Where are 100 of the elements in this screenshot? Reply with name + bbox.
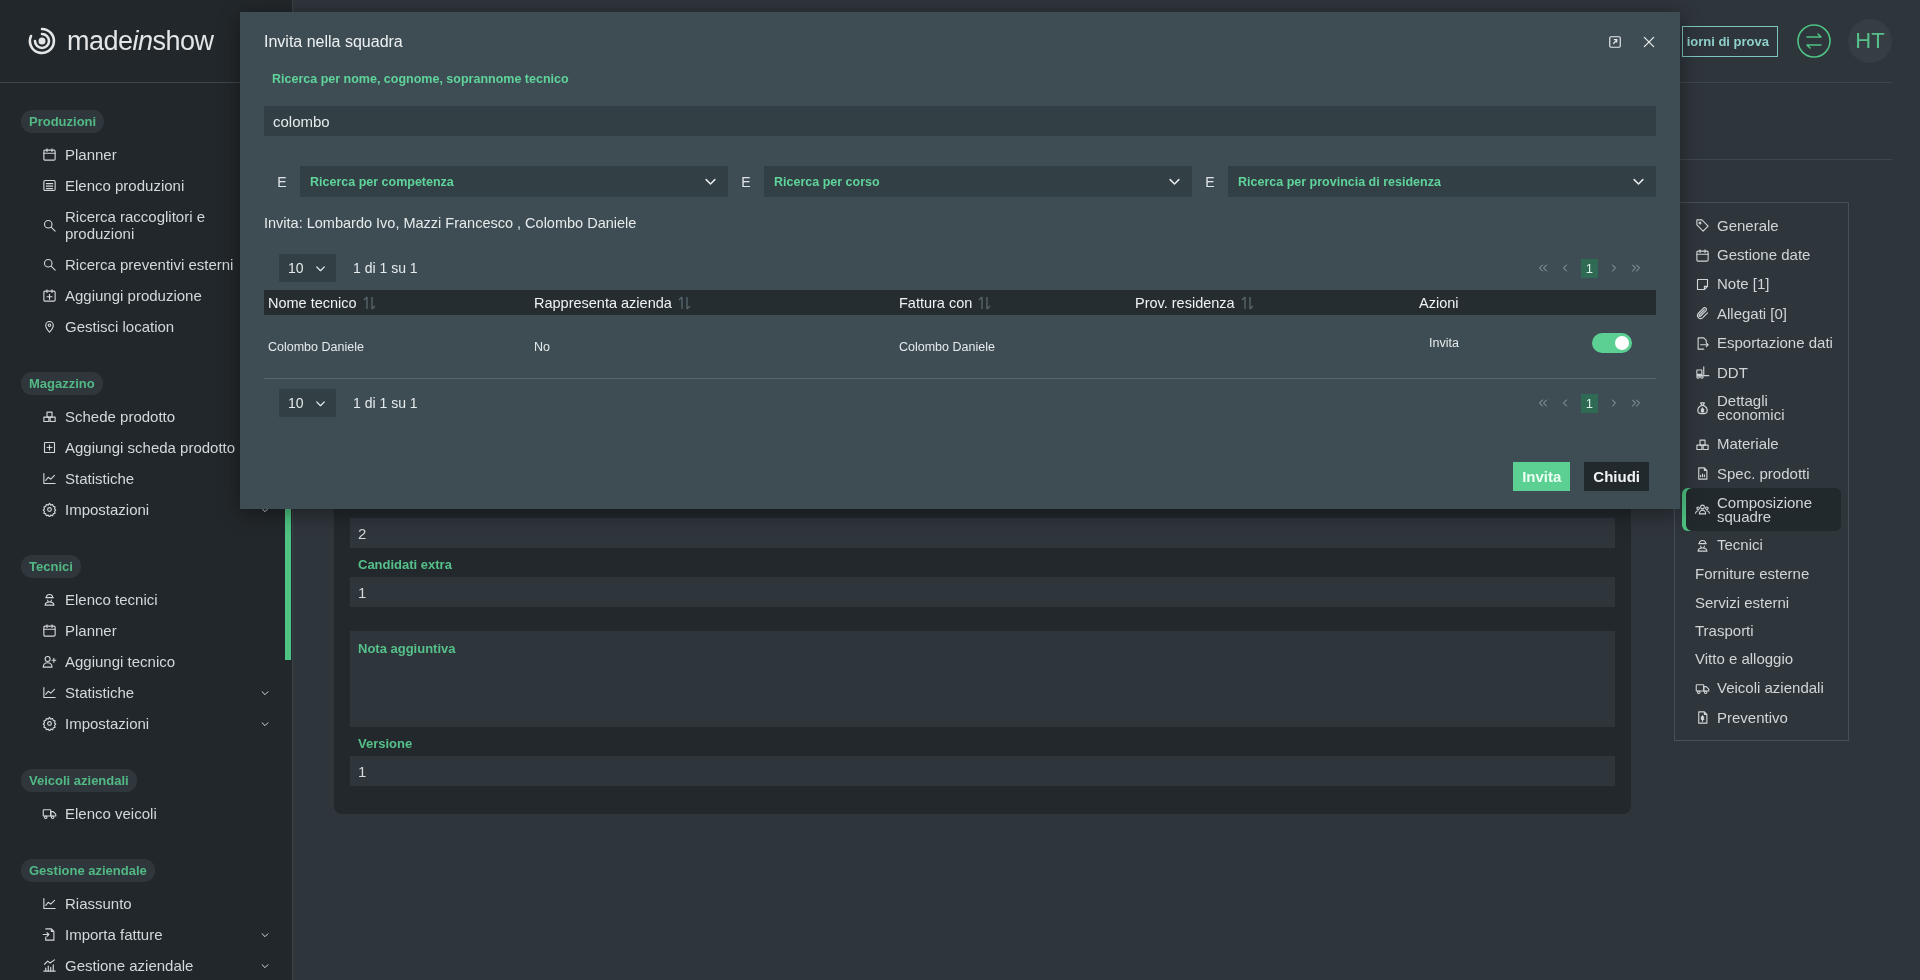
money-bag-icon (1695, 400, 1710, 416)
sidebar-item[interactable]: Impostazioni (21, 494, 270, 525)
nav-item[interactable]: Forniture esterne (1682, 560, 1841, 589)
user-avatar[interactable]: HT (1848, 19, 1892, 63)
last-page-icon[interactable] (1630, 397, 1642, 409)
input-field[interactable]: 2 (350, 518, 1615, 548)
first-page-icon[interactable] (1536, 262, 1549, 274)
sidebar-item[interactable]: Aggiungi produzione (21, 280, 270, 311)
sidebar-item[interactable]: Statistiche (21, 677, 270, 708)
nav-item[interactable]: Materiale (1682, 429, 1841, 459)
note-icon (1695, 276, 1710, 292)
dialog-title: Invita nella squadra (264, 33, 404, 51)
nav-item[interactable]: Composizione squadre (1682, 488, 1841, 531)
sort-icon[interactable] (677, 295, 691, 310)
conjunction-label: E (1204, 172, 1216, 192)
page-size-select[interactable]: 10 (279, 389, 336, 417)
settings-icon (42, 716, 57, 731)
list-icon (42, 178, 57, 193)
line-chart-icon (42, 896, 57, 911)
sort-icon[interactable] (1240, 295, 1254, 310)
section-label: Veicoli aziendali (21, 769, 137, 792)
close-icon[interactable] (1642, 35, 1656, 49)
page-range: 1 di 1 su 1 (353, 260, 419, 276)
action-label: Invita (1429, 335, 1460, 350)
nav-item[interactable]: Trasporti (1682, 616, 1841, 646)
table-cell-text: No (533, 339, 551, 354)
page-range: 1 di 1 su 1 (353, 395, 419, 411)
first-page-icon[interactable] (1536, 397, 1549, 409)
nav-item[interactable]: Note [1] (1682, 269, 1841, 300)
nav-item[interactable]: Allegati [0] (1682, 299, 1841, 329)
location-pin-icon (42, 319, 57, 334)
nav-item[interactable]: Vitto e alloggio (1682, 645, 1841, 674)
nav-item[interactable]: Dettagli economici (1682, 387, 1841, 430)
table-cell-text: Colombo Daniele (898, 339, 996, 354)
sort-icon[interactable] (978, 295, 992, 310)
sidebar-item[interactable]: Schede prodotto (21, 401, 270, 432)
sidebar-item[interactable]: Elenco tecnici (21, 584, 270, 615)
swap-icon[interactable] (1797, 24, 1831, 58)
nav-item[interactable]: Generale (1682, 211, 1841, 241)
trial-button[interactable]: iorni di prova (1681, 25, 1778, 57)
input-field[interactable]: 1 (350, 577, 1615, 607)
sidebar-item[interactable]: Impostazioni (21, 708, 270, 739)
logo-icon (27, 26, 57, 56)
page-button[interactable]: 1 (1580, 258, 1598, 278)
sidebar-item[interactable]: Elenco veicoli (21, 798, 270, 829)
sidebar-item[interactable]: Statistiche (21, 463, 270, 494)
section-label: Produzioni (21, 110, 105, 133)
nav-item[interactable]: Esportazione dati (1682, 328, 1841, 358)
forklift-icon (1695, 365, 1710, 381)
nav-item[interactable]: Spec. prodotti (1682, 459, 1841, 489)
nav-item[interactable]: DDT (1682, 357, 1841, 388)
search-field[interactable]: colombo (264, 106, 1656, 136)
brand-name: madeinshow (67, 25, 214, 57)
field-label: Ricerca per nome, cognome, soprannome tecnico (272, 71, 570, 87)
filter-select[interactable]: Ricerca per corso (764, 166, 1192, 197)
column-header[interactable]: Fattura con (899, 294, 973, 311)
conjunction-label: E (276, 172, 288, 192)
field-label: Versione (358, 736, 414, 751)
sidebar-item[interactable]: Gestisci location (21, 311, 270, 342)
sidebar-item[interactable]: Gestione aziendale (21, 950, 270, 980)
scrollbar-thumb[interactable] (285, 507, 291, 660)
column-header[interactable]: Rappresenta azienda (534, 294, 672, 311)
sidebar-item[interactable]: Aggiungi tecnico (21, 646, 270, 677)
sort-icon[interactable] (362, 295, 376, 310)
last-page-icon[interactable] (1630, 262, 1642, 274)
nav-item[interactable]: Preventivo (1682, 703, 1841, 733)
sidebar-item[interactable]: Planner (21, 615, 270, 646)
calendar-plus-icon (42, 288, 57, 303)
export-icon (1695, 335, 1710, 351)
filter-select[interactable]: Ricerca per competenza (300, 166, 728, 197)
column-header[interactable]: Nome tecnico (268, 294, 357, 311)
expand-icon[interactable] (1608, 35, 1622, 49)
sidebar-item[interactable]: Elenco produzioni (21, 170, 270, 201)
nav-item[interactable]: Tecnici (1682, 530, 1841, 561)
nav-item[interactable]: Servizi esterni (1682, 588, 1841, 617)
input-field[interactable]: 1 (350, 756, 1615, 786)
section-label: Tecnici (21, 555, 81, 578)
plus-square-icon (42, 440, 57, 455)
tag-icon (1695, 218, 1710, 234)
filter-select[interactable]: Ricerca per provincia di residenza (1228, 166, 1656, 197)
note-field[interactable]: Nota aggiuntiva (350, 631, 1615, 727)
sidebar-item[interactable]: Riassunto (21, 888, 270, 919)
search-icon (42, 257, 57, 272)
column-header[interactable]: Azioni (1419, 294, 1459, 311)
worker-icon (1695, 537, 1710, 553)
add-user-icon (42, 654, 57, 669)
document-import-icon (42, 927, 57, 942)
nav-item[interactable]: Gestione date (1682, 240, 1841, 270)
sidebar-item[interactable]: Importa fatture (21, 919, 270, 950)
sidebar-item[interactable]: Aggiungi scheda prodotto (21, 432, 270, 463)
receipt-icon (1695, 710, 1710, 726)
close-button[interactable]: Chiudi (1584, 462, 1649, 491)
sidebar-item[interactable]: Ricerca preventivi esterni (21, 249, 270, 280)
page-size-select[interactable]: 10 (279, 254, 336, 282)
group-icon (1695, 502, 1710, 518)
nav-item[interactable]: Veicoli aziendali (1682, 673, 1841, 703)
sidebar-item[interactable]: Planner (21, 139, 270, 170)
invite-toggle[interactable] (1592, 332, 1632, 353)
column-header[interactable]: Prov. residenza (1135, 294, 1235, 311)
page-button[interactable]: 1 (1580, 393, 1598, 413)
